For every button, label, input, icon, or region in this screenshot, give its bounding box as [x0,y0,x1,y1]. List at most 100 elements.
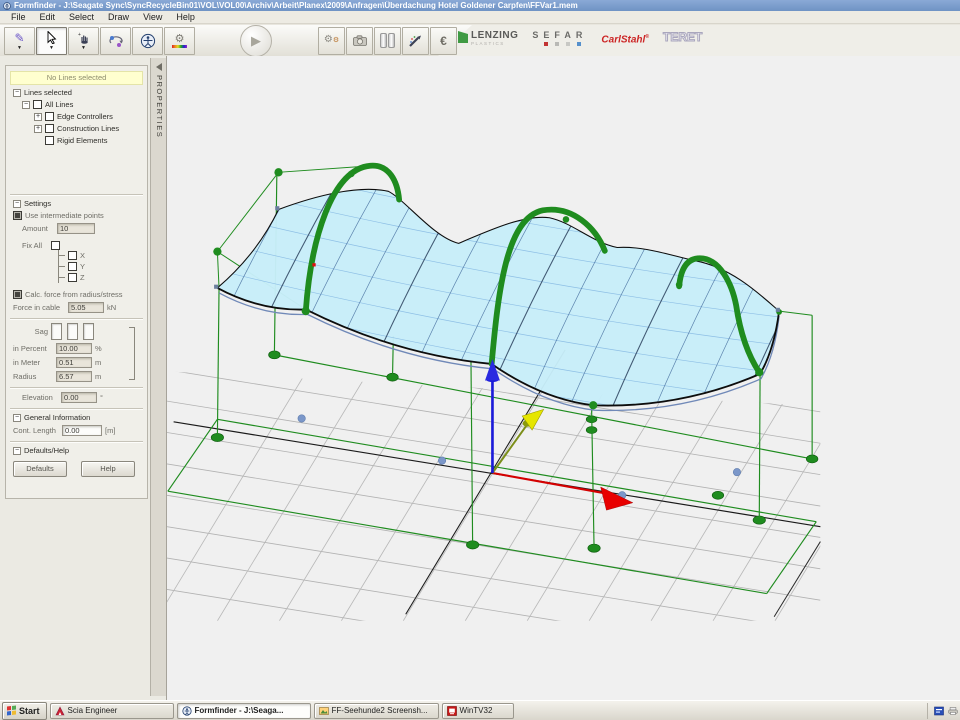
divider [10,318,143,320]
formfinder-view-button[interactable] [132,27,163,55]
vitruvian-man-icon [140,33,156,49]
tree-item-rigid-elements[interactable]: Rigid Elements [45,136,147,145]
amount-field[interactable]: 10 [57,223,95,234]
use-intermediate-points-checkbox[interactable] [13,211,22,220]
collapse-icon[interactable]: − [22,101,30,109]
toolbar: ✎ ▼ ▼ + ▼ [0,25,960,56]
sag-row: Sag [22,323,137,340]
defaults-help-header[interactable]: − Defaults/Help [13,446,147,455]
fix-x-checkbox[interactable] [68,251,77,260]
frame-node[interactable] [213,247,221,255]
collapse-icon[interactable]: − [13,414,21,422]
calc-force-checkbox[interactable] [13,290,22,299]
sefar-squares-icon [544,42,581,46]
sag-percent-field[interactable]: 10.00 [56,343,92,354]
gears-icon: ⚙⚙ [324,34,339,47]
camera-icon [353,35,367,46]
fabric-rolls-icon [380,33,395,48]
title-bar[interactable]: Formfinder - J:\Seagate Sync\SyncRecycle… [0,0,960,11]
fix-y-checkbox[interactable] [68,262,77,271]
task-formfinder[interactable]: Formfinder - J:\Seaga... [177,703,311,719]
all-lines-checkbox[interactable] [33,100,42,109]
calc-force-row[interactable]: Calc. force from radius/stress [13,290,147,299]
partner-outline-logo: TERET [663,31,702,43]
sag-option-button[interactable] [67,323,78,340]
edge-controllers-checkbox[interactable] [45,112,54,121]
amount-row: Amount 10 [22,223,147,234]
selection-status-banner: No Lines selected [10,71,143,85]
defaults-button[interactable]: Defaults [13,461,67,477]
help-button[interactable]: Help [81,461,135,477]
collapse-icon[interactable]: − [13,447,21,455]
expand-icon[interactable]: + [34,125,42,133]
draw-pencil-button[interactable]: ✎ ▼ [4,27,35,55]
frame-node[interactable] [274,168,282,176]
tree-item-edge-controllers[interactable]: + Edge Controllers [34,112,147,121]
cost-estimate-button[interactable]: € [430,27,457,55]
fix-z-row[interactable]: Z [59,272,147,283]
printer-tray-icon[interactable] [948,706,958,716]
expand-icon[interactable]: + [34,113,42,121]
texture-brush-button[interactable] [402,27,429,55]
force-field[interactable]: 5.05 [68,302,104,313]
carlstahl-logo: CarlStahl® [601,31,649,46]
sefar-title: SEFAR [532,31,587,40]
task-scia-engineer[interactable]: Scia Engineer [50,703,174,719]
reference-points[interactable] [298,415,741,499]
snapshot-camera-button[interactable] [346,27,373,55]
render-settings-button[interactable]: ⚙ [164,27,195,55]
fix-all-row[interactable]: Fix All [22,241,147,250]
rotate-orbit-button[interactable] [100,27,131,55]
cont-length-row: Cont. Length 0.00 [m] [13,425,147,436]
run-formfinding-button[interactable]: ▶ [240,25,272,57]
menu-file[interactable]: File [4,12,33,22]
start-button[interactable]: Start [2,702,47,720]
use-intermediate-points-row[interactable]: Use intermediate points [13,211,147,220]
sag-option-button[interactable] [51,323,62,340]
keyboard-layout-tray-icon[interactable] [934,706,944,716]
general-information-header[interactable]: − General Information [13,413,147,422]
fix-y-row[interactable]: Y [59,261,147,272]
radius-field[interactable]: 6.57 [56,371,92,382]
settings-header[interactable]: − Settings [13,199,147,208]
tree-item-construction-lines[interactable]: + Construction Lines [34,124,147,133]
tree-item-all-lines[interactable]: − All Lines [22,100,147,109]
formfinder-icon [182,706,192,716]
menu-help[interactable]: Help [169,12,202,22]
menu-draw[interactable]: Draw [101,12,136,22]
ground-axis-corner [774,542,820,617]
play-icon: ▶ [251,33,261,49]
fix-all-checkbox[interactable] [51,241,60,250]
sag-option-button[interactable] [83,323,94,340]
task-wintv32[interactable]: WinTV32 [442,703,514,719]
menu-edit[interactable]: Edit [33,12,63,22]
properties-tab[interactable]: PROPERTIES [150,58,166,696]
sag-percent-row: in Percent 10.00 % [13,343,137,354]
sag-meter-field[interactable]: 0.51 [56,357,92,368]
construction-lines-checkbox[interactable] [45,124,54,133]
viewport-3d[interactable] [167,56,960,700]
window-title: Formfinder - J:\Seagate Sync\SyncRecycle… [14,1,578,10]
fix-z-checkbox[interactable] [68,273,77,282]
lenzing-logo: LENZING PLASTICS [458,31,518,46]
elevation-field[interactable]: 0.00 [61,392,97,403]
task-ff-seehunde2-screenshot[interactable]: FF-Seehunde2 Screensh... [314,703,439,719]
mechanism-button[interactable]: ⚙⚙ [318,27,345,55]
fix-axis-tree: X Y Z [58,250,147,283]
taskbar: Start Scia Engineer Formfinder - J:\Seag… [0,700,960,720]
add-point-hand-button[interactable]: + ▼ [68,27,99,55]
gear-icon: ⚙ [175,34,185,44]
fix-x-row[interactable]: X [59,250,147,261]
collapse-icon[interactable]: − [13,200,21,208]
system-tray [927,703,958,719]
tree-root[interactable]: − Lines selected [13,88,147,97]
pencil-icon: ✎ [14,32,24,44]
menu-view[interactable]: View [136,12,169,22]
material-rolls-button[interactable] [374,27,401,55]
select-arrow-button[interactable]: ▼ [36,27,67,55]
collapse-icon[interactable]: − [13,89,21,97]
menu-select[interactable]: Select [62,12,101,22]
cont-length-field[interactable]: 0.00 [62,425,102,436]
euro-icon: € [440,35,447,47]
rigid-elements-checkbox[interactable] [45,136,54,145]
